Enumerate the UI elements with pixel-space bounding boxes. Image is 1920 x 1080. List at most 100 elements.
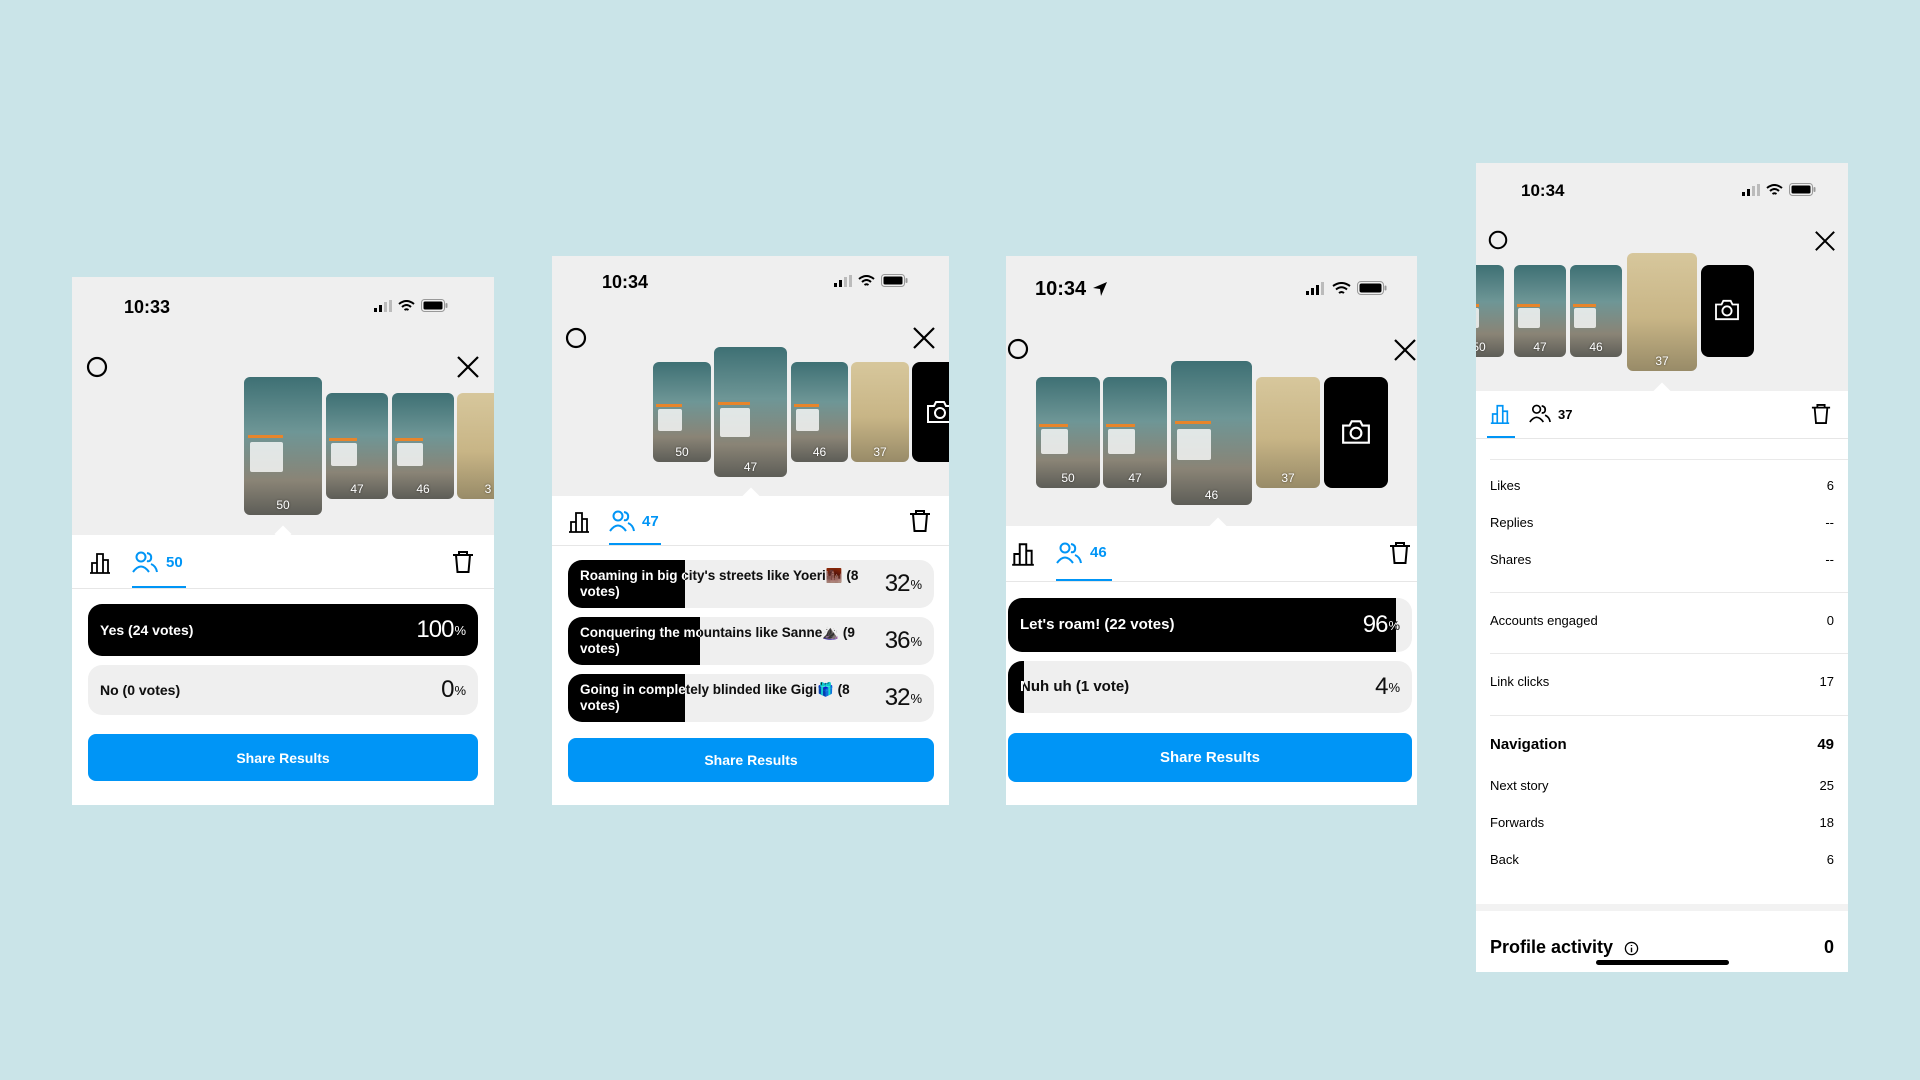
trash-icon[interactable] [1811, 403, 1831, 425]
trash-icon[interactable] [452, 550, 474, 574]
close-icon[interactable] [1393, 338, 1417, 362]
poll-results-screen-3: 10:34 50 47 46 37 46 Let's roam! (22 vot… [1006, 256, 1417, 805]
story-thumbnail[interactable]: 50 [653, 362, 711, 462]
trash-icon[interactable] [1389, 541, 1411, 565]
add-story-camera[interactable] [912, 362, 949, 462]
story-thumbnail[interactable]: 3 [457, 393, 494, 499]
stat-link-clicks: Link clicks 17 [1490, 674, 1834, 689]
poll-option-percent: 0% [441, 676, 466, 703]
poll-option-percent: 4% [1375, 673, 1400, 700]
viewer-count-tab[interactable]: 50 [166, 554, 183, 571]
stat-next-story: Next story 25 [1490, 778, 1834, 793]
poll-option: Nuh uh (1 vote) 4% [1008, 661, 1412, 713]
battery-icon [1357, 281, 1387, 295]
stat-forwards: Forwards 18 [1490, 815, 1834, 830]
poll-option: Yes (24 votes) 100% [88, 604, 478, 656]
viewer-count-tab[interactable]: 47 [642, 513, 659, 530]
battery-icon [881, 274, 908, 287]
share-results-button[interactable]: Share Results [88, 734, 478, 781]
viewer-count: 46 [1204, 488, 1219, 502]
settings-icon[interactable] [1487, 229, 1509, 251]
poll-option-percent: 100% [416, 616, 466, 643]
story-thumbnail[interactable]: 50 [244, 377, 322, 515]
stat-profile-activity[interactable]: Profile activity 0 [1490, 937, 1834, 958]
signal-icon [834, 275, 852, 287]
viewer-count: 50 [276, 498, 290, 512]
home-indicator [1596, 960, 1729, 965]
viewer-count: 47 [1533, 340, 1547, 354]
viewer-count: 50 [1061, 471, 1075, 485]
story-thumbnail[interactable]: 50 [1036, 377, 1100, 488]
trash-icon[interactable] [909, 509, 931, 533]
add-story-camera[interactable] [1701, 265, 1754, 357]
stat-navigation: Navigation 49 [1490, 736, 1834, 753]
viewer-count-tab[interactable]: 37 [1558, 407, 1572, 422]
poll-option-percent: 36% [884, 627, 922, 654]
close-icon[interactable] [912, 326, 936, 350]
story-thumbnail[interactable]: 37 [851, 362, 909, 462]
location-arrow-icon [1093, 282, 1107, 296]
stat-replies: Replies -- [1490, 515, 1834, 530]
viewer-count: 3 [484, 482, 492, 496]
story-thumbnail[interactable]: 50 [1476, 265, 1504, 357]
add-story-camera[interactable] [1324, 377, 1388, 488]
status-time: 10:34 [1521, 181, 1565, 200]
people-icon[interactable] [132, 551, 158, 573]
close-icon[interactable] [1814, 230, 1836, 252]
camera-icon [927, 401, 949, 423]
story-thumbnail[interactable]: 47 [1514, 265, 1566, 357]
story-thumbnail[interactable]: 47 [326, 393, 388, 499]
poll-option-percent: 32% [884, 684, 922, 711]
poll-option-label: Conquering the mountains like Sanne⛰️ (9… [580, 625, 855, 656]
story-thumbnail[interactable]: 46 [392, 393, 454, 499]
close-icon[interactable] [456, 355, 480, 379]
poll-option-label: Going in completely blinded like Gigi🎁 (… [580, 682, 850, 713]
settings-icon[interactable] [564, 326, 588, 350]
viewer-count: 50 [1476, 340, 1486, 354]
story-thumbnail[interactable]: 37 [1256, 377, 1320, 488]
people-icon[interactable] [1056, 542, 1082, 564]
story-thumbnail[interactable]: 47 [714, 347, 787, 477]
battery-icon [1789, 183, 1816, 196]
settings-icon[interactable] [85, 355, 109, 379]
status-icons [1742, 183, 1816, 196]
insights-screen-4: 10:34 50 47 46 37 37 Likes6 Replies-- Sh… [1476, 163, 1848, 972]
tab-bar: 37 [1476, 391, 1848, 439]
status-icons [834, 274, 908, 287]
info-icon[interactable] [1624, 941, 1639, 956]
people-icon[interactable] [609, 510, 635, 532]
wifi-icon [398, 300, 415, 311]
poll-option-label: Roaming in big city's streets like Yoeri… [580, 568, 859, 599]
bar-chart-icon[interactable] [1010, 541, 1036, 567]
status-time: 10:34 [602, 272, 649, 292]
people-icon[interactable] [1529, 404, 1551, 423]
settings-icon[interactable] [1006, 337, 1030, 361]
story-thumbnail[interactable]: 46 [791, 362, 848, 462]
story-thumbnail[interactable]: 37 [1627, 253, 1697, 371]
poll-option-percent: 32% [884, 570, 922, 597]
status-time: 10:33 [124, 297, 171, 317]
signal-icon [1306, 282, 1324, 295]
bar-chart-icon[interactable] [1489, 403, 1511, 425]
viewer-count: 50 [675, 445, 689, 459]
story-thumbnail[interactable]: 47 [1103, 377, 1167, 488]
poll-option: Conquering the mountains like Sanne⛰️ (9… [568, 617, 934, 665]
story-thumbnail[interactable]: 46 [1570, 265, 1622, 357]
poll-option: No (0 votes) 0% [88, 665, 478, 715]
tab-bar: 47 [552, 496, 949, 546]
poll-option: Going in completely blinded like Gigi🎁 (… [568, 674, 934, 722]
viewer-count: 37 [1281, 471, 1295, 485]
status-icons [374, 299, 448, 312]
viewer-count: 47 [743, 460, 758, 474]
bar-chart-icon[interactable] [567, 510, 591, 534]
share-results-button[interactable]: Share Results [568, 738, 934, 782]
stat-likes: Likes 6 [1490, 478, 1834, 493]
viewer-count: 37 [1655, 354, 1669, 368]
signal-icon [1742, 184, 1760, 196]
tab-bar: 50 [72, 535, 494, 589]
poll-option-percent: 96% [1362, 611, 1400, 638]
viewer-count-tab[interactable]: 46 [1090, 544, 1107, 561]
bar-chart-icon[interactable] [88, 551, 112, 575]
story-thumbnail[interactable]: 46 [1171, 361, 1252, 505]
share-results-button[interactable]: Share Results [1008, 733, 1412, 782]
